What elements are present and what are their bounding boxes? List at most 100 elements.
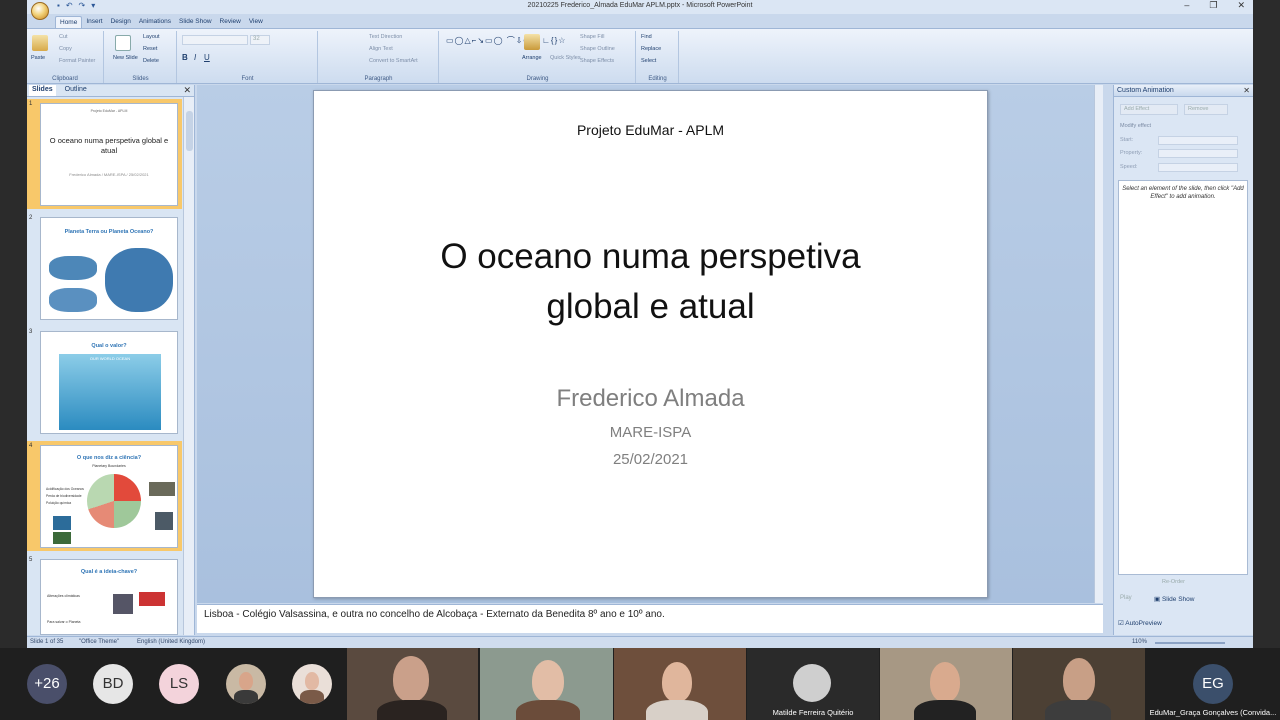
editing-group: Find Replace Select Editing <box>637 31 679 83</box>
reorder-label[interactable]: Re-Order <box>1162 579 1185 585</box>
slide-institution[interactable]: MARE-ISPA <box>314 424 987 441</box>
shape-effects-button[interactable]: Shape Effects <box>580 58 614 64</box>
avatar[interactable] <box>292 664 332 704</box>
clipboard-group-label: Clipboard <box>52 76 78 82</box>
more-participants-button[interactable]: +26 <box>27 664 67 704</box>
remove-button[interactable]: Remove <box>1184 104 1228 115</box>
modify-effect-label: Modify effect <box>1120 123 1152 129</box>
tab-slide-show[interactable]: Slide Show <box>175 16 216 28</box>
slide-thumbnail-3[interactable]: 3 Qual o valor? OUR WORLD OCEAN <box>27 327 182 437</box>
title-bar: ▪ ↶ ↷ ▾ 20210225 Frederico_Almada EduMar… <box>27 0 1253 14</box>
slide-number: 3 <box>29 329 33 335</box>
replace-button[interactable]: Replace <box>641 46 661 52</box>
new-slide-button[interactable]: New Slide <box>113 55 138 61</box>
tab-design[interactable]: Design <box>107 16 135 28</box>
tab-slides[interactable]: Slides <box>29 85 56 96</box>
select-button[interactable]: Select <box>641 58 656 64</box>
panel-tabs: Slides Outline <box>27 85 194 97</box>
tab-review[interactable]: Review <box>216 16 245 28</box>
infographic-image: OUR WORLD OCEAN <box>59 354 161 430</box>
tab-outline[interactable]: Outline <box>62 85 90 96</box>
video-tile[interactable] <box>880 648 1012 720</box>
copy-button[interactable]: Copy <box>59 46 72 52</box>
thumb-title: Qual o valor? <box>91 343 127 349</box>
infographic-title: OUR WORLD OCEAN <box>89 356 131 361</box>
delete-button[interactable]: Delete <box>143 58 159 64</box>
align-text-button[interactable]: Align Text <box>369 46 393 52</box>
close-icon[interactable]: ✕ <box>1243 86 1250 95</box>
video-tile[interactable] <box>1013 648 1145 720</box>
start-dropdown[interactable] <box>1158 136 1238 145</box>
slide-thumbnail-5[interactable]: 5 Qual é a ideia-chave? Alterações climá… <box>27 555 182 635</box>
thumbnail-canvas: Planeta Terra ou Planeta Oceano? <box>40 217 178 320</box>
maximize-button[interactable]: ❐ <box>1209 0 1217 11</box>
video-tile[interactable] <box>347 648 478 720</box>
text-direction-button[interactable]: Text Direction <box>369 34 402 40</box>
quick-styles-button[interactable]: Quick Styles <box>550 55 581 61</box>
paste-button[interactable]: Paste <box>31 55 45 61</box>
bold-button[interactable]: B <box>182 53 188 62</box>
slide-author[interactable]: Frederico Almada <box>314 385 987 413</box>
language-status[interactable]: English (United Kingdom) <box>137 639 205 645</box>
paragraph-group: Text Direction Align Text Convert to Sma… <box>319 31 439 83</box>
property-dropdown[interactable] <box>1158 149 1238 158</box>
editor-scrollbar[interactable] <box>1094 85 1103 603</box>
thumb-title: Planeta Terra ou Planeta Oceano? <box>64 229 154 235</box>
zoom-slider[interactable] <box>1155 642 1225 644</box>
thumbnail-canvas: O que nos diz a ciência? Planetary Bound… <box>40 445 178 548</box>
video-tile[interactable] <box>480 648 613 720</box>
autopreview-checkbox[interactable]: ☑ AutoPreview <box>1118 619 1162 627</box>
add-effect-button[interactable]: Add Effect <box>1120 104 1178 115</box>
close-button[interactable]: ✕ <box>1237 0 1245 11</box>
minimize-button[interactable]: – <box>1184 0 1189 11</box>
ribbon: Paste Cut Copy Format Painter Clipboard … <box>27 28 1253 84</box>
avatar[interactable]: BD <box>93 664 133 704</box>
video-tile[interactable] <box>614 648 746 720</box>
font-name-dropdown[interactable] <box>182 35 248 45</box>
font-size-dropdown[interactable]: 32 <box>250 35 270 45</box>
notes-pane[interactable]: Lisboa - Colégio Valsassina, e outra no … <box>197 604 1103 633</box>
reset-button[interactable]: Reset <box>143 46 157 52</box>
avatar[interactable] <box>226 664 266 704</box>
slide-title[interactable]: O oceano numa perspetiva global e atual <box>314 232 987 332</box>
bullet-item: Alterações climáticas <box>47 594 80 598</box>
find-button[interactable]: Find <box>641 34 652 40</box>
tab-insert[interactable]: Insert <box>82 16 106 28</box>
slide-show-button[interactable]: ▣ Slide Show <box>1154 595 1194 603</box>
video-tile[interactable]: EG EduMar_Graça Gonçalves (Convida... <box>1146 648 1280 720</box>
window-controls: – ❐ ✕ <box>1184 0 1245 11</box>
zoom-level[interactable]: 110% <box>1132 639 1147 645</box>
drawing-group: ▭◯△⌐↘▭◯ ⌒⇩⇨↶ ∟{}☆ Arrange Quick Styles S… <box>440 31 636 83</box>
underline-button[interactable]: U <box>204 53 210 62</box>
scrollbar-thumb[interactable] <box>186 111 193 151</box>
cut-button[interactable]: Cut <box>59 34 68 40</box>
tab-view[interactable]: View <box>245 16 267 28</box>
tab-animations[interactable]: Animations <box>135 16 175 28</box>
slide-date[interactable]: 25/02/2021 <box>314 451 987 468</box>
avatar[interactable]: LS <box>159 664 199 704</box>
slide-thumbnail-1[interactable]: 1 Projeto EduMar - APLM O oceano numa pe… <box>27 99 182 209</box>
current-slide[interactable]: Projeto EduMar - APLM O oceano numa pers… <box>313 90 988 598</box>
italic-button[interactable]: I <box>194 53 196 62</box>
slide-thumbnail-2[interactable]: 2 Planeta Terra ou Planeta Oceano? <box>27 213 182 323</box>
arrange-button[interactable]: Arrange <box>522 55 542 61</box>
video-tile[interactable]: Matilde Ferreira Quitério <box>747 648 879 720</box>
slides-scrollbar[interactable] <box>183 97 194 635</box>
smartart-button[interactable]: Convert to SmartArt <box>369 58 418 64</box>
shape-outline-button[interactable]: Shape Outline <box>580 46 615 52</box>
format-painter-button[interactable]: Format Painter <box>59 58 95 64</box>
layout-button[interactable]: Layout <box>143 34 160 40</box>
play-button[interactable]: Play <box>1120 595 1132 601</box>
globe-image <box>49 288 97 312</box>
animation-list[interactable]: Select an element of the slide, then cli… <box>1118 180 1248 575</box>
tab-home[interactable]: Home <box>55 16 83 28</box>
speed-dropdown[interactable] <box>1158 163 1238 172</box>
shape-fill-button[interactable]: Shape Fill <box>580 34 604 40</box>
slide-show-icon: ▣ <box>1154 596 1162 603</box>
photo-image <box>53 516 71 530</box>
thumb-title: O oceano numa perspetiva global e atual <box>49 136 169 155</box>
close-icon[interactable]: ✕ <box>183 85 191 96</box>
shapes-gallery[interactable]: ▭◯△⌐↘▭◯ ⌒⇩⇨↶ ∟{}☆ <box>446 35 566 46</box>
slide-thumbnail-4[interactable]: 4 O que nos diz a ciência? Planetary Bou… <box>27 441 182 551</box>
slide-header-text[interactable]: Projeto EduMar - APLM <box>314 122 987 138</box>
